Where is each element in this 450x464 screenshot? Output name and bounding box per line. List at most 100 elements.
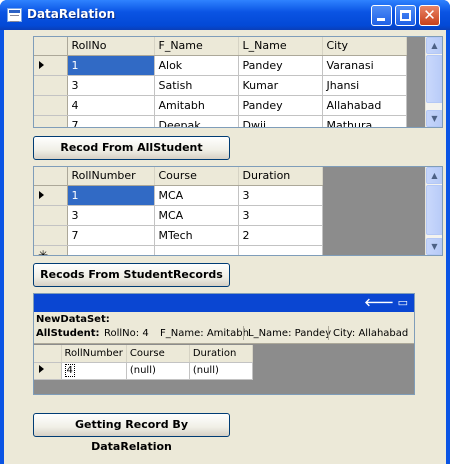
row-header[interactable] [34,115,68,127]
get-record-by-datarelation-button[interactable]: Getting Record By DataRelation [33,413,230,453]
table-cell[interactable]: 3 [67,75,155,96]
app-icon[interactable] [7,8,22,22]
table-row[interactable]: 1 Alok Pandey Varanasi [34,55,407,76]
parent-field: F_Name: Amitabh [160,328,249,339]
table-cell[interactable]: (null) [189,362,253,380]
studentrecords-table: RollNumber Course Duration 1 MCA 3 3 MCA… [34,167,323,256]
studentrecords-grid[interactable]: RollNumber Course Duration 1 MCA 3 3 MCA… [33,166,443,256]
scroll-up-icon[interactable]: ▲ [426,37,442,54]
table-cell[interactable] [67,245,155,255]
field-value: Pandey [294,328,332,339]
table-cell[interactable]: Allahabad [322,95,407,116]
vertical-scrollbar[interactable]: ▲ ▼ [425,37,442,127]
scroll-thumb[interactable] [426,185,442,235]
table-cell[interactable]: 4 [61,362,127,380]
table-row[interactable]: 4 (null) (null) [34,362,253,380]
scroll-down-icon[interactable]: ▼ [426,110,442,127]
vertical-scrollbar[interactable]: ▲ ▼ [425,167,442,255]
column-header[interactable]: RollNo [67,37,155,56]
allstudent-grid[interactable]: RollNo F_Name L_Name City 1 Alok Pandey … [33,36,443,128]
table-cell[interactable] [154,245,239,255]
row-header[interactable] [34,55,68,76]
table-cell[interactable]: 3 [238,205,323,226]
field-value: 4 [142,328,149,339]
new-row-star-icon: ✳ [38,248,49,256]
row-header[interactable] [34,185,68,206]
window-frame: DataRelation ✕ RollNo F_Name L_Name City [0,0,450,464]
table-cell[interactable]: Alok [154,55,239,76]
column-header[interactable]: RollNumber [61,345,127,363]
table-cell[interactable]: Kumar [238,75,323,96]
table-cell[interactable]: Pandey [238,55,323,76]
table-cell[interactable]: 4 [67,95,155,116]
table-cell[interactable]: 3 [238,185,323,206]
column-header[interactable]: L_Name [238,37,323,56]
table-cell[interactable] [238,245,323,255]
column-header[interactable]: Course [154,167,239,186]
column-header[interactable]: RollNumber [67,167,155,186]
parent-row: AllStudent: RollNo: 4 F_Name: Amitabh L_… [36,326,408,340]
table-cell[interactable]: 7 [67,115,155,127]
current-row-arrow-icon [39,365,44,373]
table-row[interactable]: 7 MTech 2 [34,225,323,246]
table-cell[interactable]: 1 [67,185,155,206]
table-cell[interactable]: Satish [154,75,239,96]
table-row[interactable]: 7 Deepak Dwij Mathura [34,115,407,127]
parent-field: L_Name: Pandey [248,328,331,339]
table-cell[interactable]: Deepak [154,115,239,127]
table-cell[interactable]: 7 [67,225,155,246]
table-cell[interactable]: (null) [126,362,190,380]
field-value: Allahabad [358,328,409,339]
table-cell[interactable]: 3 [67,205,155,226]
column-header[interactable]: F_Name [154,37,239,56]
scroll-up-icon[interactable]: ▲ [426,167,442,184]
allstudent-table: RollNo F_Name L_Name City 1 Alok Pandey … [34,37,407,127]
row-header[interactable] [34,362,62,380]
table-cell[interactable]: Varanasi [322,55,407,76]
close-button[interactable]: ✕ [419,5,440,26]
table-cell[interactable]: Mathura [322,115,407,127]
maximize-button[interactable] [395,5,416,26]
row-header[interactable]: ✳ [34,245,68,256]
row-header[interactable] [34,75,68,96]
table-cell[interactable]: MCA [154,205,239,226]
editing-cell-value[interactable]: 4 [64,364,75,377]
table-cell[interactable]: 1 [67,55,155,76]
table-cell[interactable]: Amitabh [154,95,239,116]
title-bar[interactable]: DataRelation ✕ [0,0,450,30]
table-cell[interactable]: MCA [154,185,239,206]
back-arrow-icon[interactable]: 🡐 [364,296,394,309]
field-name: City: [333,328,356,339]
current-row-arrow-icon [39,190,44,199]
maximize-icon [400,10,411,21]
parent-table-name: AllStudent: [36,328,100,339]
column-header[interactable]: Duration [238,167,323,186]
table-cell[interactable]: Pandey [238,95,323,116]
row-header[interactable] [34,225,68,246]
table-row[interactable]: 3 Satish Kumar Jhansi [34,75,407,96]
current-row-arrow-icon [39,60,44,69]
field-separator [243,326,244,340]
table-cell[interactable]: MTech [154,225,239,246]
row-header[interactable] [34,95,68,116]
row-header[interactable] [34,205,68,226]
window-title: DataRelation [27,7,116,21]
table-row[interactable]: 1 MCA 3 [34,185,323,206]
new-row[interactable]: ✳ [34,245,323,256]
dataset-grid[interactable]: 🡐 ▭ NewDataSet: AllStudent: RollNo: 4 F_… [33,293,415,395]
table-cell[interactable]: Dwij [238,115,323,127]
parent-rows-toggle-icon[interactable]: ▭ [398,296,408,309]
column-header[interactable]: Duration [189,345,253,363]
minimize-button[interactable] [371,5,392,26]
row-header-corner [34,37,68,56]
records-from-studentrecords-button[interactable]: Recods From StudentRecords [33,263,230,287]
column-header[interactable]: Course [126,345,190,363]
table-cell[interactable]: 2 [238,225,323,246]
table-row[interactable]: 4 Amitabh Pandey Allahabad [34,95,407,116]
scroll-thumb[interactable] [426,55,442,103]
record-from-allstudent-button[interactable]: Recod From AllStudent [33,136,230,160]
table-row[interactable]: 3 MCA 3 [34,205,323,226]
column-header[interactable]: City [322,37,407,56]
table-cell[interactable]: Jhansi [322,75,407,96]
scroll-down-icon[interactable]: ▼ [426,238,442,255]
